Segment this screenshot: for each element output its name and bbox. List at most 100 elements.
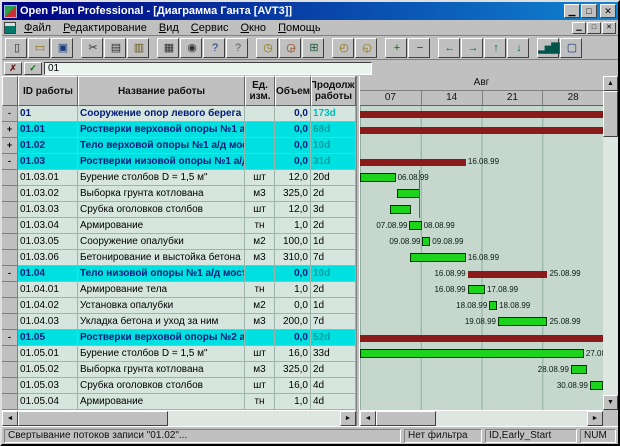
scroll-up-button[interactable]: ▲ [603, 76, 618, 91]
menu-help[interactable]: Помощь [272, 21, 327, 35]
barchart-view-button[interactable]: ▂▅▇ [537, 38, 559, 58]
menu-edit[interactable]: Редактирование [57, 21, 153, 35]
table-h-scrollbar[interactable]: ◄ ► [2, 410, 356, 426]
summary-bar[interactable] [360, 111, 603, 118]
spreadsheet-button[interactable]: ⊞ [302, 38, 324, 58]
table-row-01.03[interactable]: -01.03Ростверки низовой опоры №1 а/д м0,… [2, 154, 356, 170]
task-bar[interactable] [571, 365, 587, 374]
task-bar[interactable] [489, 301, 497, 310]
open-button[interactable]: ▭ [28, 38, 50, 58]
menu-view[interactable]: Вид [153, 21, 185, 35]
task-bar[interactable] [422, 237, 430, 246]
table-row-01.01[interactable]: +01.01Ростверки верховой опоры №1 а/д0,0… [2, 122, 356, 138]
table-row-01.04.01[interactable]: 01.04.01Армирование телатн1,02d [2, 282, 356, 298]
context-help-button[interactable]: ? [226, 38, 248, 58]
column-header-duration[interactable]: Продолж. работы [311, 76, 356, 106]
vertical-scrollbar[interactable]: ▲ ▼ [603, 76, 618, 426]
task-bar[interactable] [409, 221, 421, 230]
scroll-down-button[interactable]: ▼ [603, 395, 618, 410]
summary-bar[interactable] [360, 335, 603, 342]
table-row-01.03.04[interactable]: 01.03.04Армированиетн1,02d [2, 218, 356, 234]
collapse-toggle[interactable]: - [2, 106, 18, 122]
collapse-toggle[interactable]: - [2, 154, 18, 170]
table-row-01.04.03[interactable]: 01.04.03Укладка бетона и уход за нимм320… [2, 314, 356, 330]
task-bar[interactable] [390, 205, 412, 214]
print-button[interactable]: ▦ [157, 38, 179, 58]
outdent-button[interactable]: ← [438, 38, 460, 58]
help-button[interactable]: ? [203, 38, 225, 58]
scroll-left-button[interactable]: ◄ [360, 411, 376, 426]
summary-bar[interactable] [360, 127, 603, 134]
cancel-edit-button[interactable]: ✗ [4, 62, 22, 75]
task-bar[interactable] [360, 349, 584, 358]
scroll-thumb[interactable] [603, 91, 618, 137]
task-bar[interactable] [410, 253, 466, 262]
scroll-thumb[interactable] [376, 411, 436, 426]
scroll-thumb[interactable] [18, 411, 168, 426]
column-header-id[interactable]: ID работы [18, 76, 78, 106]
column-header-name[interactable]: Название работы [78, 76, 245, 106]
scroll-track[interactable] [603, 91, 618, 395]
table-row-01.03.02[interactable]: 01.03.02Выборка грунта котлованам3325,02… [2, 186, 356, 202]
table-row-01.03.05[interactable]: 01.03.05Сооружение опалубким2100,01d [2, 234, 356, 250]
menu-window[interactable]: Окно [234, 21, 272, 35]
delete-activity-button[interactable]: − [408, 38, 430, 58]
menu-service[interactable]: Сервис [185, 21, 235, 35]
scroll-track[interactable] [376, 411, 587, 426]
scroll-right-button[interactable]: ► [340, 411, 356, 426]
new-button[interactable]: ▯ [5, 38, 27, 58]
move-down-button[interactable]: ↓ [507, 38, 529, 58]
maximize-button[interactable]: □ [581, 4, 597, 18]
mdi-minimize-button[interactable]: ▁ [572, 22, 586, 34]
table-row-01.05.03[interactable]: 01.05.03Срубка оголовков столбовшт16,04d [2, 378, 356, 394]
move-up-button[interactable]: ↑ [484, 38, 506, 58]
collapse-toggle[interactable]: - [2, 330, 18, 346]
gantt-h-scrollbar[interactable]: ◄ ► [360, 410, 603, 426]
table-row-01.03.03[interactable]: 01.03.03Срубка оголовков столбовшт12,03d [2, 202, 356, 218]
table-row-01.04.02[interactable]: 01.04.02Установка опалубким20,01d [2, 298, 356, 314]
paste-button[interactable]: ▥ [127, 38, 149, 58]
confirm-edit-button[interactable]: ✓ [24, 62, 42, 75]
clock-late-button[interactable]: ◵ [355, 38, 377, 58]
copy-button[interactable]: ▤ [104, 38, 126, 58]
task-bar[interactable] [360, 173, 396, 182]
table-row-01.02[interactable]: +01.02Тело верховой опоры №1 а/д моста0,… [2, 138, 356, 154]
add-activity-button[interactable]: + [385, 38, 407, 58]
mdi-restore-button[interactable]: □ [587, 22, 601, 34]
column-header-unit[interactable]: Ед. изм. [245, 76, 275, 106]
scroll-track[interactable] [18, 411, 340, 426]
table-row-01[interactable]: -01Сооружение опор левого берега0,0173d [2, 106, 356, 122]
scroll-left-button[interactable]: ◄ [2, 411, 18, 426]
document-icon[interactable] [4, 22, 16, 34]
network-view-button[interactable]: ▢ [560, 38, 582, 58]
indent-button[interactable]: → [461, 38, 483, 58]
clock-early-button[interactable]: ◴ [332, 38, 354, 58]
task-bar[interactable] [498, 317, 547, 326]
collapse-toggle[interactable]: + [2, 122, 18, 138]
task-bar[interactable] [468, 285, 485, 294]
summary-bar[interactable] [468, 271, 548, 278]
print-preview-button[interactable]: ◉ [180, 38, 202, 58]
app-icon[interactable] [4, 5, 17, 18]
table-row-01.05.01[interactable]: 01.05.01Бурение столбов D = 1,5 м"шт16,0… [2, 346, 356, 362]
collapse-toggle[interactable]: + [2, 138, 18, 154]
task-bar[interactable] [397, 189, 420, 198]
time-analysis-button[interactable]: ◷ [256, 38, 278, 58]
column-header-volume[interactable]: Объем [275, 76, 311, 106]
table-row-01.05.02[interactable]: 01.05.02Выборка грунта котлованам3325,02… [2, 362, 356, 378]
scroll-right-button[interactable]: ► [587, 411, 603, 426]
table-row-01.03.01[interactable]: 01.03.01Бурение столбов D = 1,5 м"шт12,0… [2, 170, 356, 186]
cut-button[interactable]: ✂ [81, 38, 103, 58]
task-bar[interactable] [590, 381, 603, 390]
collapse-toggle[interactable]: - [2, 266, 18, 282]
mdi-close-button[interactable]: ✕ [602, 22, 616, 34]
summary-bar[interactable] [360, 159, 466, 166]
table-row-01.03.06[interactable]: 01.03.06Бетонирование и выстойка бетонам… [2, 250, 356, 266]
menu-file[interactable]: Файл [18, 21, 57, 35]
resource-analysis-button[interactable]: ◶ [279, 38, 301, 58]
table-row-01.05.04[interactable]: 01.05.04Армированиетн1,04d [2, 394, 356, 410]
close-button[interactable]: ✕ [600, 4, 616, 18]
minimize-button[interactable]: ▁ [564, 4, 580, 18]
save-button[interactable]: ▣ [51, 38, 73, 58]
edit-input[interactable] [44, 62, 372, 75]
